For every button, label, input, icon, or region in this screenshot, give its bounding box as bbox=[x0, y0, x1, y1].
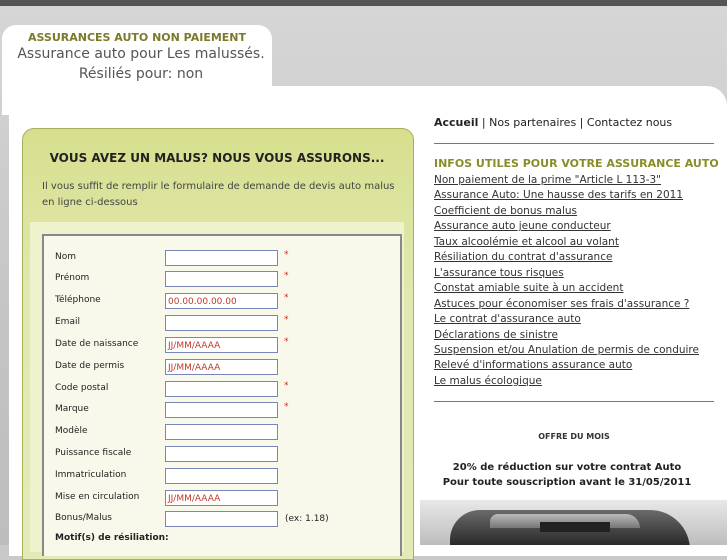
field-row-date-naissance: Date de naissance JJ/MM/AAAA * bbox=[55, 337, 385, 355]
field-label: Nom bbox=[55, 252, 77, 262]
bonus-hint: (ex: 1.18) bbox=[285, 514, 329, 524]
nav-divider: | bbox=[579, 116, 584, 129]
info-link[interactable]: Taux alcoolémie et alcool au volant bbox=[434, 235, 699, 250]
info-link[interactable]: Suspension et/ou Anulation de permis de … bbox=[434, 343, 699, 358]
date-naissance-input[interactable]: JJ/MM/AAAA bbox=[165, 337, 278, 353]
field-row-prenom: Prénom * bbox=[55, 271, 385, 289]
info-link[interactable]: Relevé d'informations assurance auto bbox=[434, 358, 699, 373]
car-grille-shape bbox=[540, 522, 610, 532]
field-label: Téléphone bbox=[55, 295, 101, 305]
field-row-telephone: Téléphone 00.00.00.00.00 * bbox=[55, 293, 385, 311]
nav-contact[interactable]: Contactez nous bbox=[587, 116, 672, 129]
field-row-bonus-malus: Bonus/Malus (ex: 1.18) bbox=[55, 511, 385, 529]
field-label: Prénom bbox=[55, 273, 90, 283]
info-link[interactable]: Résiliation du contrat d'assurance bbox=[434, 250, 699, 265]
info-link[interactable]: L'assurance tous risques bbox=[434, 266, 699, 281]
field-row-code-postal: Code postal * bbox=[55, 381, 385, 399]
form-title: VOUS AVEZ UN MALUS? NOUS VOUS ASSURONS..… bbox=[49, 151, 385, 165]
top-nav: Accueil | Nos partenaires | Contactez no… bbox=[434, 116, 672, 129]
field-row-puissance-fiscale: Puissance fiscale bbox=[55, 446, 385, 464]
date-permis-input[interactable]: JJ/MM/AAAA bbox=[165, 359, 278, 375]
form-intro: Il vous suffit de remplir le formulaire … bbox=[42, 181, 395, 208]
telephone-input[interactable]: 00.00.00.00.00 bbox=[165, 293, 278, 309]
field-row-immatriculation: Immatriculation bbox=[55, 468, 385, 486]
field-label: Modèle bbox=[55, 426, 88, 436]
motif-label: Motif(s) de résiliation: bbox=[55, 533, 169, 543]
required-marker: * bbox=[284, 381, 289, 391]
info-link[interactable]: Assurance Auto: Une hausse des tarifs en… bbox=[434, 188, 699, 203]
divider bbox=[434, 143, 714, 144]
divider bbox=[434, 401, 714, 402]
code-postal-input[interactable] bbox=[165, 381, 278, 397]
info-link[interactable]: Assurance auto jeune conducteur bbox=[434, 219, 699, 234]
modele-input[interactable] bbox=[165, 424, 278, 440]
field-row-marque: Marque * bbox=[55, 402, 385, 420]
field-label: Code postal bbox=[55, 383, 109, 393]
info-link[interactable]: Le contrat d'assurance auto bbox=[434, 312, 699, 327]
field-label: Immatriculation bbox=[55, 470, 127, 480]
prenom-input[interactable] bbox=[165, 271, 278, 287]
info-title: INFOS UTILES POUR VOTRE ASSURANCE AUTO bbox=[434, 157, 719, 170]
required-marker: * bbox=[284, 337, 289, 347]
offer-line-2: Pour toute souscription avant le 31/05/2… bbox=[442, 477, 692, 488]
email-input[interactable] bbox=[165, 315, 278, 331]
info-link[interactable]: Constat amiable suite à un accident bbox=[434, 281, 699, 296]
nav-accueil[interactable]: Accueil bbox=[434, 116, 478, 129]
nav-divider: | bbox=[481, 116, 486, 129]
mise-en-circulation-input[interactable]: JJ/MM/AAAA bbox=[165, 490, 278, 506]
field-label: Date de permis bbox=[55, 361, 125, 371]
field-row-nom: Nom * bbox=[55, 250, 385, 268]
field-label: Bonus/Malus bbox=[55, 513, 112, 523]
offer-text: 20% de réduction sur votre contrat Auto … bbox=[434, 460, 700, 490]
field-label: Email bbox=[55, 317, 80, 327]
puissance-fiscale-input[interactable] bbox=[165, 446, 278, 462]
field-label: Mise en circulation bbox=[55, 492, 140, 502]
info-links-list: Non paiement de la prime "Article L 113-… bbox=[434, 173, 699, 389]
field-row-mise-en-circulation: Mise en circulation JJ/MM/AAAA bbox=[55, 490, 385, 508]
nom-input[interactable] bbox=[165, 250, 278, 266]
field-label: Date de naissance bbox=[55, 339, 139, 349]
field-row-email: Email * bbox=[55, 315, 385, 333]
required-marker: * bbox=[284, 315, 289, 325]
car-image bbox=[420, 500, 727, 545]
field-row-modele: Modèle bbox=[55, 424, 385, 442]
bonus-malus-input[interactable] bbox=[165, 511, 278, 527]
offer-line-1: 20% de réduction sur votre contrat Auto bbox=[452, 462, 682, 473]
offer-title: OFFRE DU MOIS bbox=[538, 432, 610, 441]
required-marker: * bbox=[284, 293, 289, 303]
info-link[interactable]: Astuces pour économiser ses frais d'assu… bbox=[434, 297, 699, 312]
required-marker: * bbox=[284, 402, 289, 412]
nav-partenaires[interactable]: Nos partenaires bbox=[489, 116, 576, 129]
header-tag: ASSURANCES AUTO NON PAIEMENT bbox=[27, 31, 247, 44]
info-link[interactable]: Déclarations de sinistre bbox=[434, 328, 699, 343]
info-link[interactable]: Coefficient de bonus malus bbox=[434, 204, 699, 219]
required-marker: * bbox=[284, 250, 289, 260]
field-row-date-permis: Date de permis JJ/MM/AAAA bbox=[55, 359, 385, 377]
field-label: Marque bbox=[55, 404, 89, 414]
required-marker: * bbox=[284, 271, 289, 281]
marque-input[interactable] bbox=[165, 402, 278, 418]
info-link[interactable]: Non paiement de la prime "Article L 113-… bbox=[434, 173, 699, 188]
immatriculation-input[interactable] bbox=[165, 468, 278, 484]
field-label: Puissance fiscale bbox=[55, 448, 132, 458]
info-link[interactable]: Le malus écologique bbox=[434, 374, 699, 389]
